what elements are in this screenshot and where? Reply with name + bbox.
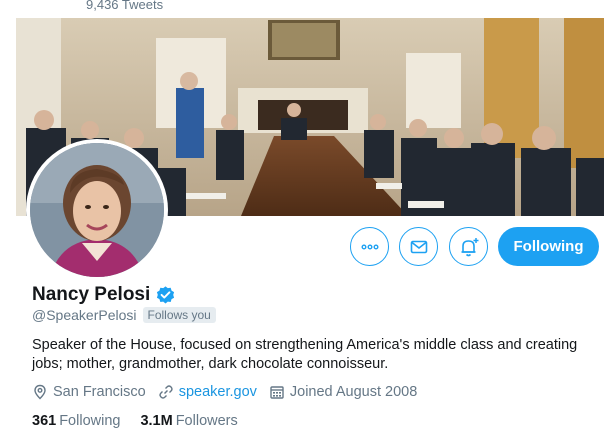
top-bar: 9,436 Tweets <box>0 0 604 18</box>
location-item: San Francisco <box>32 384 146 400</box>
joined-date: Joined August 2008 <box>289 384 418 400</box>
notifications-button[interactable] <box>449 227 488 266</box>
followers-label: Followers <box>175 413 238 429</box>
follows-you-badge: Follows you <box>142 307 216 323</box>
follow-stats: 361 Following 3.1M Followers <box>32 413 258 429</box>
following-button[interactable]: Following <box>498 227 599 266</box>
bell-plus-icon <box>461 237 478 256</box>
display-name: Nancy Pelosi <box>32 284 151 305</box>
verified-badge-icon <box>157 285 175 303</box>
profile-bio: Speaker of the House, focused on strengt… <box>32 337 578 372</box>
following-stat[interactable]: 361 Following <box>32 413 120 429</box>
following-count: 361 <box>32 413 57 429</box>
handle-row: @SpeakerPelosi Follows you <box>32 307 216 323</box>
link-icon <box>158 385 173 399</box>
more-horizontal-icon <box>361 243 378 249</box>
profile-name-row: Nancy Pelosi <box>32 284 176 306</box>
joined-item: Joined August 2008 <box>269 384 417 400</box>
avatar-photo <box>30 143 164 277</box>
website-link[interactable]: speaker.gov <box>179 384 257 400</box>
tweet-count: 9,436 Tweets <box>86 0 164 12</box>
username-handle: @SpeakerPelosi <box>32 307 137 323</box>
following-label: Following <box>59 413 121 429</box>
envelope-icon <box>410 240 427 253</box>
website-item: speaker.gov <box>158 384 257 400</box>
profile-meta: San Francisco speaker.gov Joined August … <box>32 384 429 400</box>
location-text: San Francisco <box>53 384 146 400</box>
profile-avatar[interactable] <box>26 139 168 281</box>
calendar-icon <box>270 386 284 399</box>
message-button[interactable] <box>399 227 438 266</box>
followers-count: 3.1M <box>140 413 173 429</box>
followers-stat[interactable]: 3.1M Followers <box>140 413 237 429</box>
more-options-button[interactable] <box>350 227 389 266</box>
location-pin-icon <box>34 384 46 400</box>
